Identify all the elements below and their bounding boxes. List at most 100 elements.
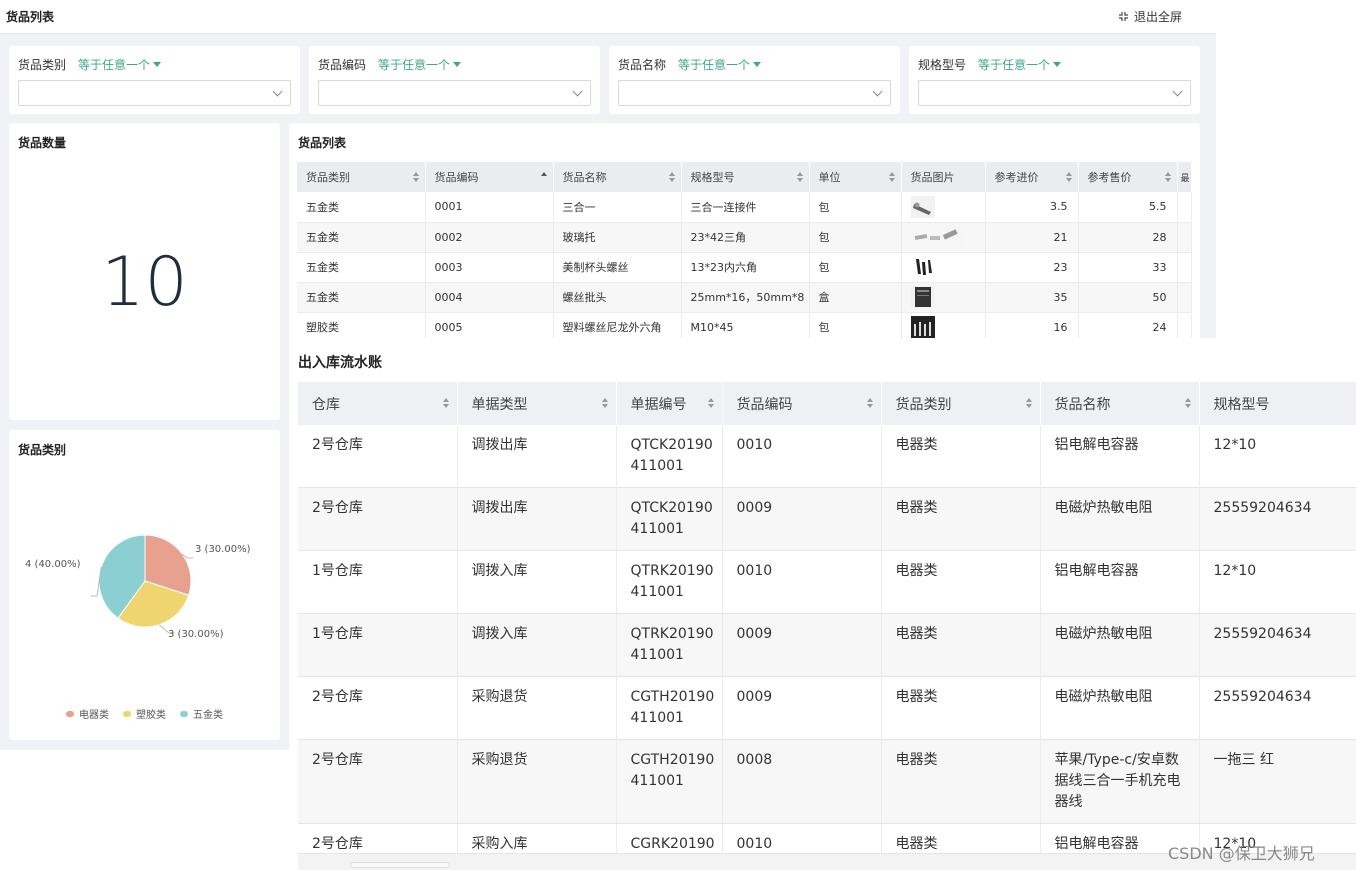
cell-image[interactable]: [901, 222, 986, 253]
cell-category: 电器类: [881, 739, 1041, 824]
filter-select[interactable]: [318, 80, 591, 106]
column-header[interactable]: 规格型号: [1199, 382, 1356, 425]
cell-warehouse: 1号仓库: [298, 550, 458, 614]
legend-label: 电器类: [79, 710, 109, 721]
table-row[interactable]: 五金类 0002 玻璃托 23*42三角 包 21 28: [297, 222, 1192, 253]
doc-no-part: QTRK20190: [630, 563, 714, 579]
cell-spec: 25559204634: [1199, 613, 1356, 677]
column-header[interactable]: 货品编码: [425, 162, 554, 192]
table-row[interactable]: 五金类 0004 螺丝批头 25mm*16，50mm*8 盒 35 50: [297, 282, 1192, 313]
column-header[interactable]: 单位: [809, 162, 902, 192]
column-header[interactable]: 参考进价: [985, 162, 1079, 192]
app-stage: 货品列表 退出全屏 货品类别 等于任意一个 货品编码 等于任意一个 货品名称 等…: [0, 0, 1356, 870]
legend-item-electric[interactable]: 电器类: [66, 706, 109, 721]
stock-flow-panel: 出入库流水账 仓库 单据类型 单据编号 货品编码 货品类别 货品名称 规格型号: [289, 338, 1356, 870]
scrollbar-thumb[interactable]: [350, 862, 450, 868]
category-card-title: 货品类别: [18, 443, 67, 457]
legend-item-hardware[interactable]: 五金类: [180, 706, 223, 721]
filter-select[interactable]: [618, 80, 891, 106]
cell-empty: [1177, 222, 1192, 253]
column-header-label: 货品编码: [434, 171, 479, 184]
cell-code: 0009: [722, 613, 882, 677]
cell-image[interactable]: [901, 252, 986, 283]
legend-item-plastic[interactable]: 塑胶类: [123, 706, 166, 721]
cell-name: 螺丝批头: [553, 282, 682, 313]
filter-operator-dropdown[interactable]: 等于任意一个: [978, 56, 1062, 73]
cell-spec: 25559204634: [1199, 676, 1356, 740]
filter-select[interactable]: [18, 80, 291, 106]
column-header[interactable]: 货品名称: [553, 162, 682, 192]
sort-icon: [1184, 398, 1191, 408]
cell-doc-type: 调拨入库: [457, 550, 617, 614]
filter-operator-dropdown[interactable]: 等于任意一个: [378, 56, 462, 73]
sort-icon: [412, 172, 419, 182]
column-header[interactable]: 单据类型: [457, 382, 617, 425]
column-header[interactable]: 规格型号: [681, 162, 810, 192]
exit-fullscreen-button[interactable]: 退出全屏: [1118, 8, 1182, 25]
cell-doc-type: 采购退货: [457, 739, 617, 824]
table-row[interactable]: 2号仓库 采购退货 CGTH20190 411001 0009 电器类 电磁炉热敏…: [298, 676, 1356, 740]
cell-code: 0009: [722, 487, 882, 551]
cell-warehouse: 2号仓库: [298, 425, 458, 488]
table-row[interactable]: 1号仓库 调拨入库 QTRK20190 411001 0010 电器类 铝电解电容…: [298, 550, 1356, 614]
stock-flow-table: 仓库 单据类型 单据编号 货品编码 货品类别 货品名称 规格型号 2号仓库 调拨…: [298, 382, 1356, 870]
cell-name: 电磁炉热敏电阻: [1040, 613, 1200, 677]
chevron-down-icon: [572, 86, 583, 97]
doc-no-part: CGTH20190: [630, 752, 715, 768]
column-header[interactable]: 货品名称: [1040, 382, 1200, 425]
column-header[interactable]: 货品类别: [881, 382, 1041, 425]
chevron-down-icon: [1172, 86, 1183, 97]
filter-label: 规格型号: [918, 58, 967, 72]
table-row[interactable]: 2号仓库 调拨出库 QTCK20190 411001 0010 电器类 铝电解电容…: [298, 425, 1356, 488]
cell-unit: 包: [809, 222, 902, 253]
cell-spec: 12*10: [1199, 550, 1356, 614]
table-row[interactable]: 2号仓库 调拨出库 QTCK20190 411001 0009 电器类 电磁炉热敏…: [298, 487, 1356, 551]
column-header-label: 货品名称: [562, 171, 607, 184]
cell-spec: 25mm*16，50mm*8: [681, 282, 810, 313]
column-header[interactable]: 单据编号: [616, 382, 723, 425]
filter-operator-label: 等于任意一个: [378, 58, 451, 72]
cell-image[interactable]: [901, 192, 986, 223]
chevron-down-icon: [272, 86, 283, 97]
cell-cost: 23: [985, 252, 1079, 283]
cell-doc-no: CGTH20190 411001: [616, 739, 723, 824]
column-header-label: 单据编号: [630, 396, 687, 413]
legend-swatch: [180, 710, 188, 717]
column-header[interactable]: 货品类别: [297, 162, 426, 192]
caret-down-icon: [153, 62, 162, 67]
column-header[interactable]: 仓库: [298, 382, 458, 425]
table-row[interactable]: 五金类 0001 三合一 三合一连接件 包 3.5 5.5: [297, 192, 1192, 223]
caret-down-icon: [453, 62, 462, 67]
product-thumbnail: [910, 316, 935, 338]
category-pie-chart: [91, 534, 193, 634]
cell-doc-no: QTCK20190 411001: [616, 487, 723, 551]
pie-label-hardware: 4 (40.00%): [25, 559, 81, 570]
cell-doc-type: 调拨出库: [457, 425, 617, 488]
doc-no-part: QTCK20190: [630, 437, 713, 453]
filter-operator-label: 等于任意一个: [78, 58, 151, 72]
filter-select[interactable]: [918, 80, 1191, 106]
sort-icon: [442, 398, 449, 408]
table-row[interactable]: 2号仓库 采购退货 CGTH20190 411001 0008 电器类 苹果/Ty…: [298, 739, 1356, 824]
stock-flow-title: 出入库流水账: [298, 355, 382, 371]
column-header-label: 规格型号: [1213, 396, 1270, 413]
column-header[interactable]: 货品图片: [901, 162, 986, 192]
filter-operator-dropdown[interactable]: 等于任意一个: [78, 56, 162, 73]
legend-swatch: [123, 710, 131, 717]
cell-image[interactable]: [901, 282, 986, 313]
watermark: CSDN @保卫大狮兄: [1168, 844, 1315, 863]
cell-code: 0002: [425, 222, 554, 253]
doc-no-part: 411001: [630, 710, 684, 726]
cell-doc-type: 调拨出库: [457, 487, 617, 551]
column-header[interactable]: 货品编码: [722, 382, 882, 425]
doc-no-part: 411001: [630, 584, 684, 600]
table-row[interactable]: 1号仓库 调拨入库 QTRK20190 411001 0009 电器类 电磁炉热敏…: [298, 613, 1356, 677]
column-header[interactable]: 参考售价: [1078, 162, 1178, 192]
column-header[interactable]: 最: [1177, 162, 1192, 192]
filter-operator-dropdown[interactable]: 等于任意一个: [678, 56, 762, 73]
cell-price: 50: [1078, 282, 1178, 313]
goods-table: 货品类别 货品编码 货品名称 规格型号 单位 货品图片 参考进价 参考售价 最 …: [297, 162, 1192, 343]
sort-icon: [1025, 398, 1032, 408]
table-row[interactable]: 五金类 0003 美制杯头螺丝 13*23内六角 包 23 33: [297, 252, 1192, 283]
doc-no-part: CGRK20190: [630, 836, 715, 852]
